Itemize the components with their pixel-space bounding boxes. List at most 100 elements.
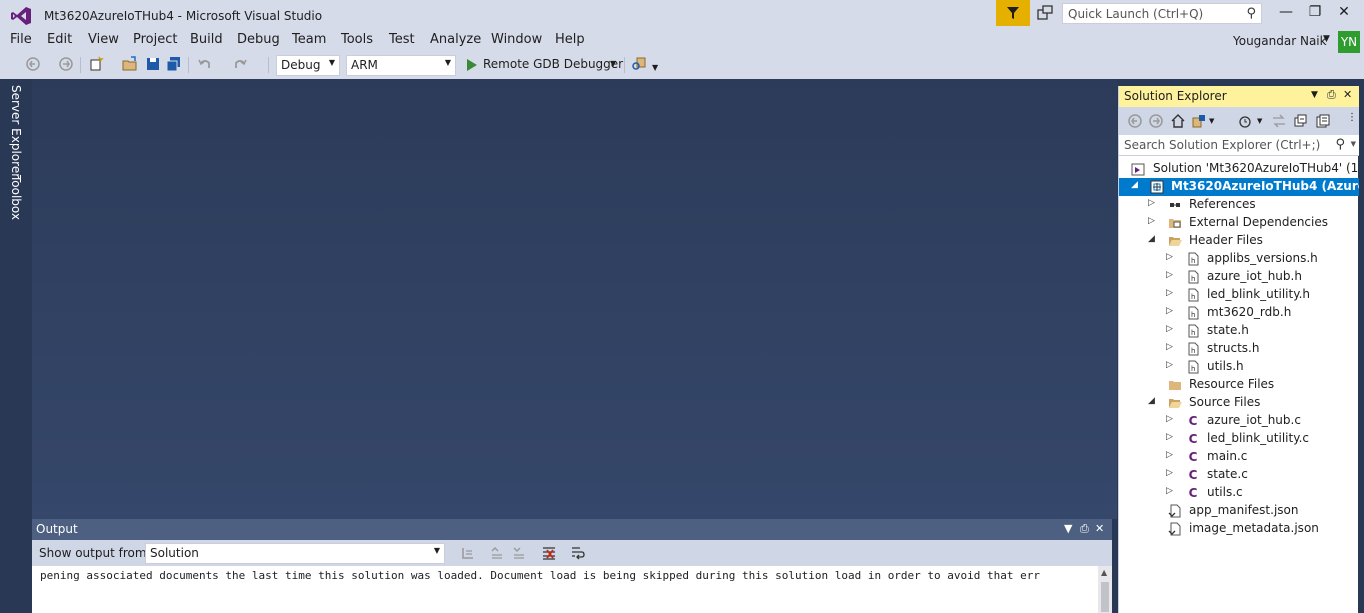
menu-help[interactable]: Help: [555, 32, 585, 47]
collapse-all-icon[interactable]: [1293, 113, 1309, 129]
expand-arrow-icon[interactable]: ▷: [1166, 306, 1173, 316]
expand-arrow-icon[interactable]: ▷: [1166, 468, 1173, 478]
expand-arrow-icon[interactable]: ▷: [1166, 288, 1173, 298]
tree-item-file[interactable]: image_metadata.json: [1119, 520, 1359, 538]
tree-item-file[interactable]: ▷ h applibs_versions.h: [1119, 250, 1359, 268]
tree-item-source-files[interactable]: ◢ Source Files: [1119, 394, 1359, 412]
server-explorer-tab[interactable]: Server Explorer: [9, 85, 23, 178]
collapse-arrow-icon[interactable]: ◢: [1148, 234, 1155, 244]
tree-item-file[interactable]: ▷ h azure_iot_hub.h: [1119, 268, 1359, 286]
tree-item-file[interactable]: ▷ h led_blink_utility.h: [1119, 286, 1359, 304]
new-project-icon[interactable]: [88, 56, 104, 72]
show-all-files-icon[interactable]: [1315, 113, 1331, 129]
redo-icon[interactable]: [232, 56, 248, 72]
minimize-button[interactable]: —: [1274, 4, 1298, 22]
menu-project[interactable]: Project: [133, 32, 177, 47]
output-text[interactable]: pening associated documents the last tim…: [32, 566, 1098, 613]
tree-item-file[interactable]: ▷ C led_blink_utility.c: [1119, 430, 1359, 448]
menu-test[interactable]: Test: [389, 32, 415, 47]
collapse-arrow-icon[interactable]: ◢: [1131, 180, 1138, 190]
tree-item-external-dependencies[interactable]: ▷ External Dependencies: [1119, 214, 1359, 232]
open-file-icon[interactable]: [122, 56, 138, 72]
forward-icon[interactable]: [1148, 113, 1164, 129]
save-all-icon[interactable]: [166, 56, 182, 72]
pin-icon[interactable]: ⎙: [1080, 522, 1089, 536]
quick-launch-input[interactable]: Quick Launch (Ctrl+Q) ⚲: [1062, 3, 1262, 24]
undo-icon[interactable]: [197, 56, 213, 72]
menu-view[interactable]: View: [88, 32, 119, 47]
menu-analyze[interactable]: Analyze: [430, 32, 481, 47]
pending-changes-filter-icon[interactable]: [1237, 113, 1253, 129]
expand-arrow-icon[interactable]: ▷: [1166, 270, 1173, 280]
close-button[interactable]: ✕: [1332, 4, 1356, 22]
find-message-icon[interactable]: [460, 545, 476, 561]
tree-item-file[interactable]: ▷ h structs.h: [1119, 340, 1359, 358]
window-position-icon[interactable]: ▼: [1311, 90, 1318, 100]
tree-item-resource-files[interactable]: Resource Files: [1119, 376, 1359, 394]
tree-item-header-files[interactable]: ◢ Header Files: [1119, 232, 1359, 250]
chevron-down-icon[interactable]: ▼: [1351, 140, 1356, 148]
output-scrollbar[interactable]: ▲: [1098, 566, 1112, 613]
notifications-filter-icon[interactable]: [996, 0, 1030, 26]
expand-arrow-icon[interactable]: ▷: [1166, 342, 1173, 352]
solution-explorer-search[interactable]: Search Solution Explorer (Ctrl+;) ⚲ ▼: [1119, 135, 1359, 156]
go-to-next-icon[interactable]: [511, 545, 527, 561]
tree-item-file[interactable]: ▷ C utils.c: [1119, 484, 1359, 502]
feedback-icon[interactable]: [1036, 4, 1054, 22]
platform-select[interactable]: ARM ▼: [346, 55, 456, 76]
chevron-down-icon[interactable]: ▼: [1323, 34, 1330, 44]
tree-item-file[interactable]: ▷ h utils.h: [1119, 358, 1359, 376]
menu-tools[interactable]: Tools: [341, 32, 373, 47]
go-to-previous-icon[interactable]: [489, 545, 505, 561]
scroll-up-icon[interactable]: ▲: [1101, 568, 1107, 577]
tree-item-project[interactable]: ◢ Mt3620AzureIoTHub4 (Azure Sphere): [1119, 178, 1359, 196]
menu-window[interactable]: Window: [491, 32, 542, 47]
expand-arrow-icon[interactable]: ▷: [1166, 360, 1173, 370]
chevron-down-icon[interactable]: ▼: [610, 59, 616, 68]
find-in-files-icon[interactable]: [631, 56, 647, 72]
expand-arrow-icon[interactable]: ▷: [1166, 252, 1173, 262]
expand-arrow-icon[interactable]: ▷: [1166, 324, 1173, 334]
tree-item-file[interactable]: ▷ C azure_iot_hub.c: [1119, 412, 1359, 430]
menu-edit[interactable]: Edit: [47, 32, 72, 47]
back-icon[interactable]: [25, 56, 41, 72]
close-icon[interactable]: ✕: [1095, 522, 1104, 535]
tree-item-file[interactable]: ▷ C state.c: [1119, 466, 1359, 484]
save-icon[interactable]: [145, 56, 161, 72]
expand-arrow-icon[interactable]: ▷: [1166, 486, 1173, 496]
toolbox-tab[interactable]: Toolbox: [9, 175, 23, 220]
close-icon[interactable]: ✕: [1343, 88, 1352, 101]
tree-item-file[interactable]: ▷ C main.c: [1119, 448, 1359, 466]
tree-item-file[interactable]: ▷ h mt3620_rdb.h: [1119, 304, 1359, 322]
expand-arrow-icon[interactable]: ▷: [1166, 414, 1173, 424]
output-source-select[interactable]: Solution ▼: [145, 543, 445, 564]
expand-arrow-icon[interactable]: ▷: [1166, 450, 1173, 460]
toolbar-overflow-icon[interactable]: ▼: [652, 63, 658, 72]
clear-all-icon[interactable]: [541, 545, 557, 561]
tree-item-file[interactable]: ▷ h state.h: [1119, 322, 1359, 340]
switch-views-icon[interactable]: [1191, 113, 1207, 129]
expand-arrow-icon[interactable]: ▷: [1148, 198, 1155, 208]
menu-file[interactable]: File: [10, 32, 32, 47]
menu-build[interactable]: Build: [190, 32, 223, 47]
user-name[interactable]: Yougandar Naik: [1233, 34, 1327, 48]
expand-arrow-icon[interactable]: ▷: [1166, 432, 1173, 442]
window-position-icon[interactable]: ▼: [1064, 522, 1072, 535]
scrollbar-thumb[interactable]: [1101, 582, 1109, 612]
menu-team[interactable]: Team: [292, 32, 326, 47]
collapse-arrow-icon[interactable]: ◢: [1148, 396, 1155, 406]
forward-icon[interactable]: [58, 56, 74, 72]
pin-icon[interactable]: ⎙: [1327, 88, 1336, 102]
home-icon[interactable]: [1170, 113, 1186, 129]
more-icon[interactable]: ⋮: [1347, 112, 1357, 123]
tree-item-references[interactable]: ▷ References: [1119, 196, 1359, 214]
sync-with-document-icon[interactable]: [1271, 113, 1287, 129]
word-wrap-icon[interactable]: [570, 545, 586, 561]
start-debugging-icon[interactable]: [464, 57, 480, 73]
debugger-label[interactable]: Remote GDB Debugger: [483, 57, 623, 71]
avatar[interactable]: YN: [1338, 31, 1360, 53]
chevron-down-icon[interactable]: ▼: [1209, 117, 1214, 125]
expand-arrow-icon[interactable]: ▷: [1148, 216, 1155, 226]
tree-item-file[interactable]: app_manifest.json: [1119, 502, 1359, 520]
restore-button[interactable]: ❐: [1303, 4, 1327, 22]
